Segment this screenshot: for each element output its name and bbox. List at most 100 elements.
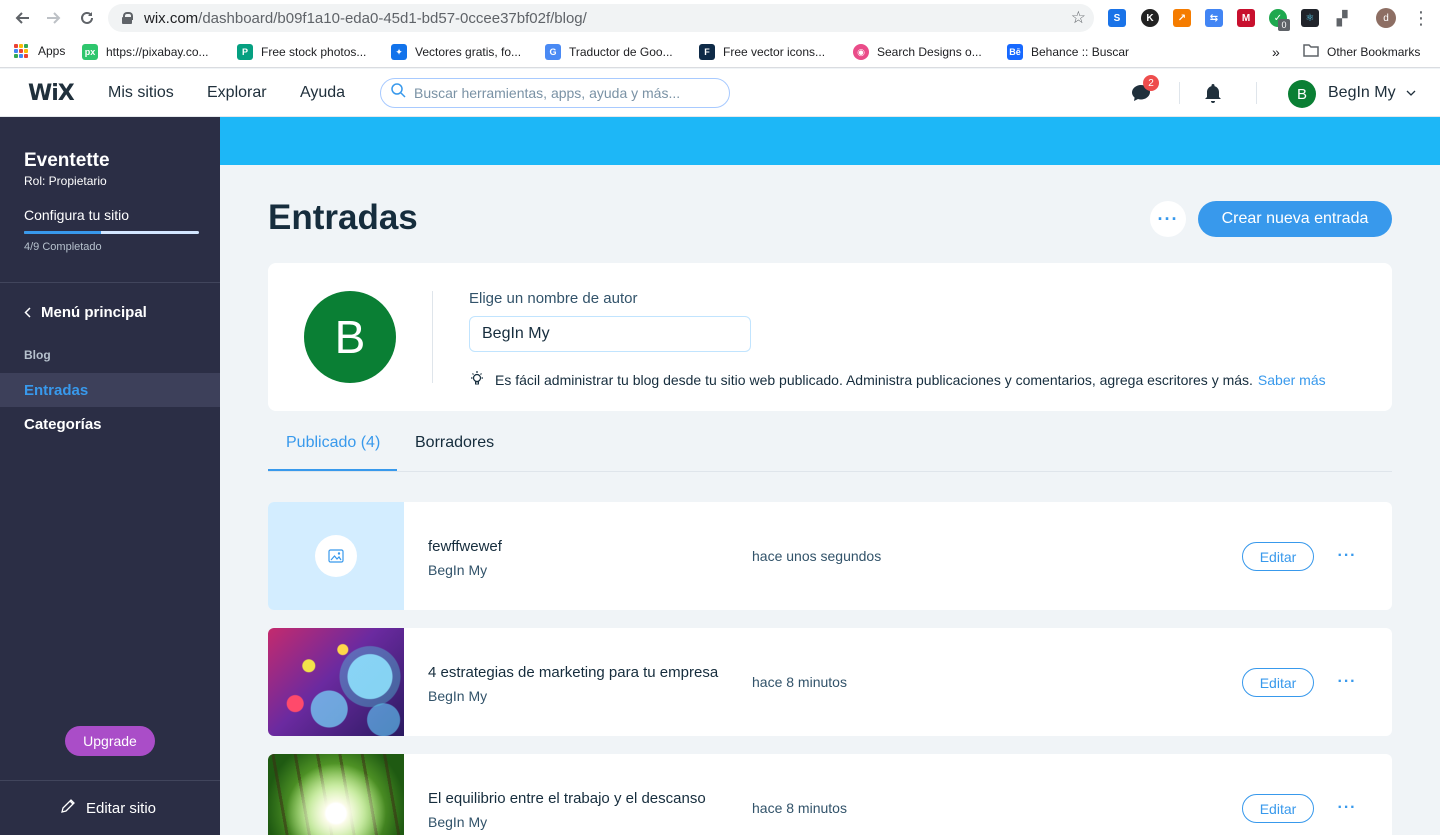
search-bar[interactable] xyxy=(380,78,730,108)
bookmark-dribbble[interactable]: ◉ Search Designs o... xyxy=(853,44,982,60)
create-post-button[interactable]: Crear nueva entrada xyxy=(1198,201,1392,237)
more-actions-button[interactable]: ··· xyxy=(1150,201,1186,237)
nav-explorar[interactable]: Explorar xyxy=(207,84,267,102)
user-name: BegIn My xyxy=(1328,84,1396,101)
image-placeholder-icon xyxy=(315,535,357,577)
setup-progress-bar xyxy=(24,231,199,234)
flaticon-icon: F xyxy=(699,44,715,60)
post-title[interactable]: fewffwewef xyxy=(428,538,728,555)
sidebar: Eventette Rol: Propietario Configura tu … xyxy=(0,117,220,835)
browser-menu-icon[interactable]: ⋮ xyxy=(1412,8,1430,29)
edit-site-label: Editar sitio xyxy=(86,799,157,817)
bookmark-label: Free stock photos... xyxy=(261,45,367,59)
bookmarks-overflow[interactable]: » xyxy=(1272,44,1280,60)
pixabay-icon: px xyxy=(82,44,98,60)
main-menu-link[interactable]: Menú principal xyxy=(24,304,147,321)
author-name-label: Elige un nombre de autor xyxy=(469,290,638,307)
more-icon[interactable]: ··· xyxy=(1338,798,1356,818)
sidebar-item-entradas[interactable]: Entradas xyxy=(0,373,220,407)
extension-s-icon[interactable]: S xyxy=(1108,9,1126,27)
profile-avatar[interactable]: d xyxy=(1376,8,1396,28)
author-card: B Elige un nombre de autor Es fácil admi… xyxy=(268,263,1392,411)
search-icon xyxy=(391,83,406,103)
react-devtools-icon[interactable]: ⚛ xyxy=(1301,9,1319,27)
extension-k-icon[interactable]: K xyxy=(1141,9,1159,27)
chevron-down-icon xyxy=(1406,86,1416,100)
bookmark-label: Apps xyxy=(38,44,66,58)
back-arrow-icon[interactable] xyxy=(12,8,32,28)
search-input[interactable] xyxy=(414,85,714,101)
post-row[interactable]: fewffwewef BegIn My hace unos segundos E… xyxy=(268,502,1392,610)
bookmark-label: Search Designs o... xyxy=(877,45,982,59)
site-role: Rol: Propietario xyxy=(24,174,107,188)
learn-more-link[interactable]: Saber más xyxy=(1258,372,1326,388)
post-row[interactable]: El equilibrio entre el trabajo y el desc… xyxy=(268,754,1392,835)
other-bookmarks-label: Other Bookmarks xyxy=(1327,45,1421,59)
tip-text: Es fácil administrar tu blog desde tu si… xyxy=(469,370,1326,390)
url-path: /dashboard/b09f1a10-eda0-45d1-bd57-0ccee… xyxy=(198,9,587,27)
author-name-input[interactable] xyxy=(469,316,751,352)
extension-chart-icon[interactable]: ↗ xyxy=(1173,9,1191,27)
tabs-divider xyxy=(268,471,1392,472)
bookmark-freepik[interactable]: ✦ Vectores gratis, fo... xyxy=(391,44,521,60)
post-title[interactable]: El equilibrio entre el trabajo y el desc… xyxy=(428,790,728,807)
freepik-icon: ✦ xyxy=(391,44,407,60)
other-bookmarks[interactable]: Other Bookmarks xyxy=(1303,44,1420,60)
divider xyxy=(432,291,433,383)
more-icon[interactable]: ··· xyxy=(1338,546,1356,566)
bookmark-label: Traductor de Goo... xyxy=(569,45,673,59)
site-name: Eventette xyxy=(24,150,110,171)
reload-icon[interactable] xyxy=(77,8,97,28)
section-title: Blog xyxy=(24,348,51,362)
bookmark-behance[interactable]: Bē Behance :: Buscar xyxy=(1007,44,1129,60)
wix-logo[interactable]: WiX xyxy=(28,81,75,106)
extension-paint-icon[interactable]: ▞ xyxy=(1333,9,1351,27)
extension-shield-icon[interactable]: M xyxy=(1237,9,1255,27)
tab-borradores[interactable]: Borradores xyxy=(415,432,494,472)
author-avatar[interactable]: B xyxy=(304,291,396,383)
upgrade-button[interactable]: Upgrade xyxy=(65,726,155,756)
more-icon[interactable]: ··· xyxy=(1338,672,1356,692)
divider xyxy=(1256,82,1257,104)
address-bar[interactable]: wix.com/dashboard/b09f1a10-eda0-45d1-bd5… xyxy=(108,4,1094,32)
sidebar-item-categorias[interactable]: Categorías xyxy=(0,407,220,441)
bookmark-google-translate[interactable]: G Traductor de Goo... xyxy=(545,44,673,60)
bookmark-label: Vectores gratis, fo... xyxy=(415,45,522,59)
post-time: hace 8 minutos xyxy=(752,800,847,816)
google-translate-icon: G xyxy=(545,44,561,60)
bookmark-star-icon[interactable]: ☆ xyxy=(1071,8,1086,28)
setup-progress-fill xyxy=(24,231,101,234)
chevron-left-icon xyxy=(24,305,31,321)
bookmark-apps[interactable]: Apps xyxy=(14,44,65,58)
lightbulb-icon xyxy=(469,370,485,390)
user-menu[interactable]: BegIn My xyxy=(1328,84,1416,102)
post-thumbnail-bubbles xyxy=(268,628,404,736)
bookmark-pixabay[interactable]: px https://pixabay.co... xyxy=(82,44,209,60)
dribbble-icon: ◉ xyxy=(853,44,869,60)
extension-translate-icon[interactable]: ⇆ xyxy=(1205,9,1223,27)
edit-site-button[interactable]: Editar sitio xyxy=(60,798,156,818)
edit-post-button[interactable]: Editar xyxy=(1242,794,1314,823)
bookmark-label: Free vector icons... xyxy=(723,45,826,59)
edit-post-button[interactable]: Editar xyxy=(1242,542,1314,571)
browser-toolbar: wix.com/dashboard/b09f1a10-eda0-45d1-bd5… xyxy=(0,0,1440,36)
hero-banner xyxy=(220,117,1440,165)
setup-progress-text: 4/9 Completado xyxy=(24,241,102,253)
tip-message: Es fácil administrar tu blog desde tu si… xyxy=(495,372,1253,388)
main-menu-label: Menú principal xyxy=(41,304,147,321)
post-title[interactable]: 4 estrategias de marketing para tu empre… xyxy=(428,664,722,681)
setup-label[interactable]: Configura tu sitio xyxy=(24,207,129,223)
bookmark-pexels[interactable]: P Free stock photos... xyxy=(237,44,366,60)
tab-publicado[interactable]: Publicado (4) xyxy=(268,432,397,472)
forward-arrow-icon[interactable] xyxy=(44,8,64,28)
user-avatar[interactable]: B xyxy=(1288,80,1316,108)
bookmark-flaticon[interactable]: F Free vector icons... xyxy=(699,44,825,60)
divider xyxy=(0,282,220,283)
post-row[interactable]: 4 estrategias de marketing para tu empre… xyxy=(268,628,1392,736)
nav-ayuda[interactable]: Ayuda xyxy=(300,84,345,102)
bell-icon[interactable] xyxy=(1201,81,1225,105)
nav-mis-sitios[interactable]: Mis sitios xyxy=(108,84,174,102)
behance-icon: Bē xyxy=(1007,44,1023,60)
post-thumbnail xyxy=(268,502,404,610)
edit-post-button[interactable]: Editar xyxy=(1242,668,1314,697)
